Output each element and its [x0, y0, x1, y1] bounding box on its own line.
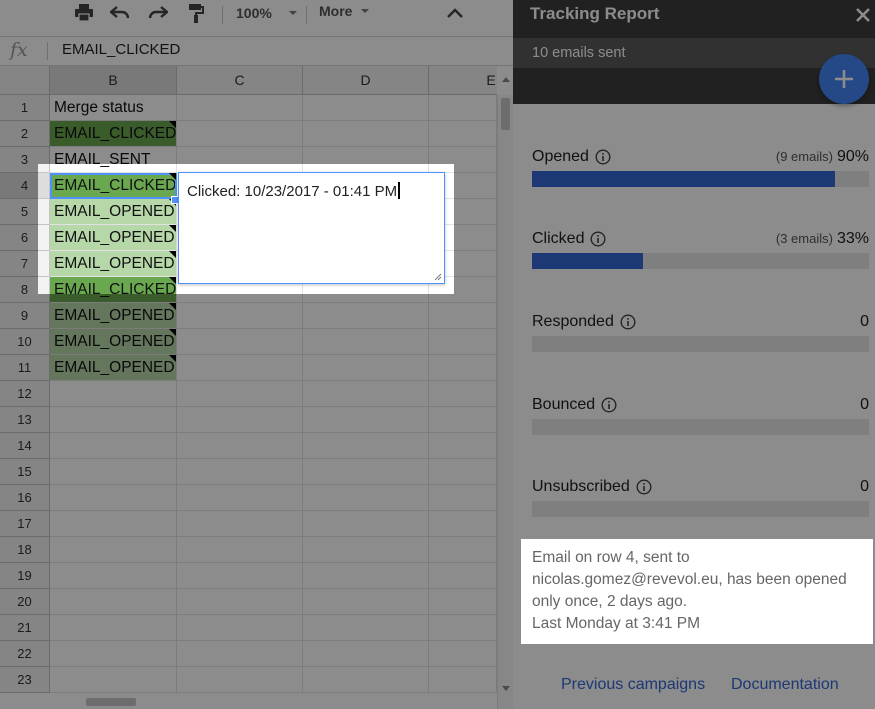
- row-header[interactable]: 7: [38, 251, 50, 277]
- text-caret: [398, 182, 401, 199]
- cell-value: EMAIL_OPENED: [54, 229, 175, 246]
- cell-value: EMAIL_OPENED: [54, 203, 175, 220]
- row-info-line: Last Monday at 3:41 PM: [532, 615, 701, 632]
- cell-value: EMAIL_OPENED: [54, 255, 175, 272]
- cell-value: EMAIL_CLICKED: [54, 281, 177, 294]
- note-indicator-icon: [169, 251, 176, 258]
- row-header[interactable]: 5: [38, 199, 50, 225]
- cell-b8[interactable]: EMAIL_CLICKED: [50, 277, 177, 294]
- row-info-text: Email on row 4, sent to nicolas.gomez@re…: [532, 547, 867, 635]
- row-info-callout: Email on row 4, sent to nicolas.gomez@re…: [521, 539, 873, 644]
- cell-note-editor[interactable]: Clicked: 10/23/2017 - 01:41 PM: [178, 172, 445, 284]
- note-indicator-icon: [169, 277, 176, 284]
- row-info-line: Email on row 4, sent to: [532, 549, 690, 566]
- cell-b7[interactable]: EMAIL_OPENED: [50, 251, 177, 277]
- cell-b3[interactable]: EMAIL_SENT: [50, 164, 177, 173]
- cell-b4[interactable]: EMAIL_CLICKED: [50, 173, 177, 199]
- row-header[interactable]: 4: [38, 173, 50, 199]
- resize-grip-icon[interactable]: [434, 273, 442, 281]
- row-header[interactable]: 3: [38, 164, 50, 173]
- row-header[interactable]: 6: [38, 225, 50, 251]
- row-info-line: only once, 2 days ago.: [532, 593, 688, 610]
- spotlight-region: 1Merge status2EMAIL_CLICKED3EMAIL_SENT4E…: [38, 164, 454, 294]
- cell-b5[interactable]: EMAIL_OPENED: [50, 199, 177, 225]
- cell-b6[interactable]: EMAIL_OPENED: [50, 225, 177, 251]
- row-info-line: nicolas.gomez@revevol.eu, has been opene…: [532, 571, 847, 588]
- cell-value: EMAIL_CLICKED: [54, 177, 177, 194]
- note-indicator-icon: [169, 173, 176, 180]
- note-text: Clicked: 10/23/2017 - 01:41 PM: [187, 183, 398, 200]
- row-header[interactable]: 8: [38, 277, 50, 294]
- cell-value: EMAIL_SENT: [54, 164, 150, 168]
- dim-overlay: [0, 0, 513, 709]
- note-indicator-icon: [169, 225, 176, 232]
